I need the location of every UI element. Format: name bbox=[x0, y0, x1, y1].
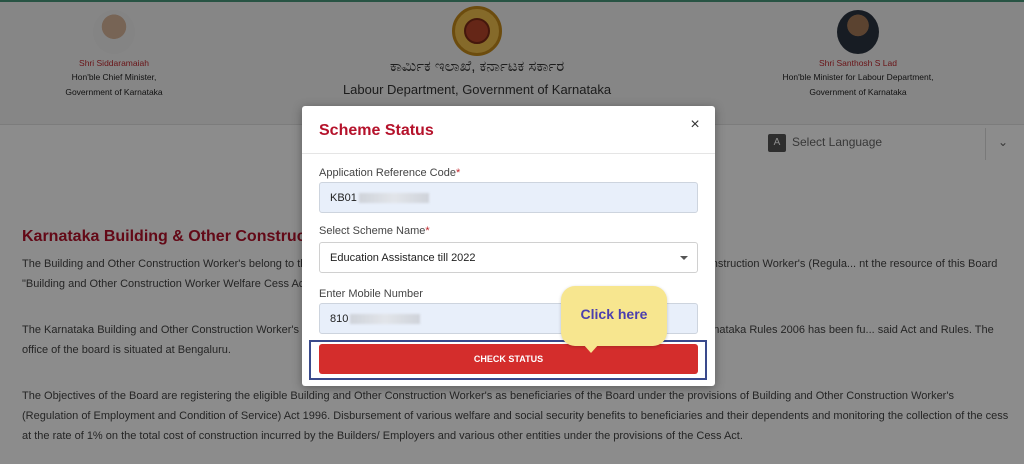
scheme-name-select[interactable]: Education Assistance till 2022 bbox=[319, 242, 698, 273]
ref-code-value: KB01 bbox=[330, 192, 357, 204]
close-icon[interactable]: × bbox=[686, 116, 704, 134]
click-here-callout: Click here bbox=[561, 286, 667, 353]
modal-divider bbox=[302, 153, 715, 154]
button-highlight-box bbox=[309, 340, 707, 380]
modal-title: Scheme Status bbox=[319, 122, 434, 139]
dropdown-caret-icon bbox=[680, 256, 688, 260]
ref-code-label: Application Reference Code* bbox=[319, 167, 461, 179]
required-mark: * bbox=[455, 167, 461, 179]
scheme-name-label: Select Scheme Name* bbox=[319, 225, 430, 237]
required-mark: * bbox=[425, 225, 430, 237]
callout-text: Click here bbox=[580, 306, 648, 322]
mobile-number-value: 810 bbox=[330, 313, 349, 325]
ref-code-input[interactable]: KB01 bbox=[319, 182, 698, 213]
redacted-text bbox=[350, 314, 421, 325]
scheme-name-value: Education Assistance till 2022 bbox=[330, 252, 476, 264]
mobile-number-label: Enter Mobile Number bbox=[319, 288, 423, 300]
callout-tail bbox=[583, 344, 599, 353]
redacted-text bbox=[358, 193, 429, 204]
